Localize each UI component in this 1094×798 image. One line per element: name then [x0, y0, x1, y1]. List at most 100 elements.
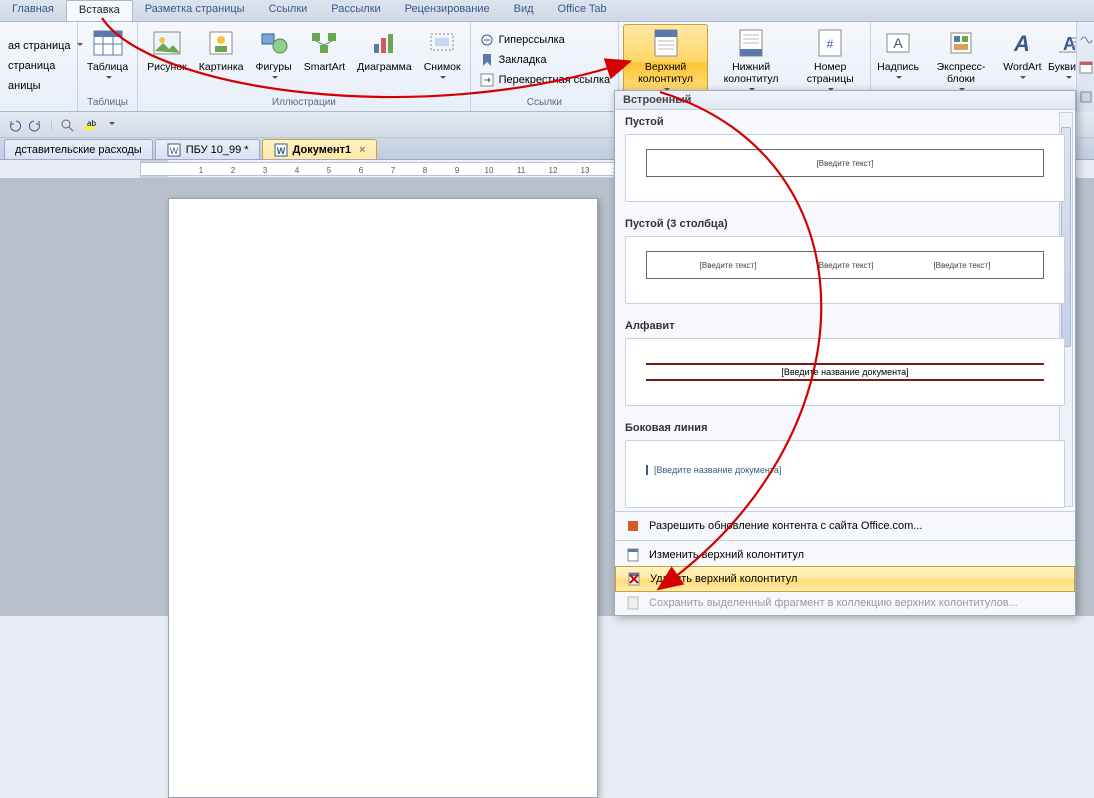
datetime-icon[interactable]	[1078, 59, 1094, 75]
svg-text:4: 4	[295, 166, 300, 175]
doctab-2[interactable]: WПБУ 10_99 *	[155, 139, 260, 159]
smartart-icon	[308, 27, 340, 59]
undo-icon[interactable]	[6, 117, 22, 133]
gallery-allow-update[interactable]: Разрешить обновление контента с сайта Of…	[615, 514, 1075, 538]
hyperlink-icon	[479, 32, 495, 48]
doctab-1[interactable]: дставительские расходы	[4, 139, 153, 159]
bookmark-icon	[479, 52, 495, 68]
cover-page-button[interactable]: ая страница	[4, 39, 87, 53]
svg-text:6: 6	[359, 166, 364, 175]
shapes-icon	[258, 27, 290, 59]
textbox-icon: A	[882, 27, 914, 59]
gallery-label-empty: Пустой	[615, 110, 1075, 130]
tab-officetab[interactable]: Office Tab	[546, 0, 619, 21]
table-button[interactable]: Таблица	[82, 24, 133, 88]
gallery-item-empty[interactable]: [Введите текст]	[625, 134, 1065, 202]
doctab-3[interactable]: WДокумент1×	[262, 139, 377, 159]
clipart-button[interactable]: Картинка	[194, 24, 249, 76]
footer-icon	[735, 27, 767, 59]
gallery-item-sideline[interactable]: [Введите название документа]	[625, 440, 1065, 508]
footer-button[interactable]: Нижний колонтитул	[710, 24, 792, 100]
pagenumber-button[interactable]: #Номер страницы	[794, 24, 866, 100]
office-icon	[625, 518, 641, 534]
document-page[interactable]	[168, 198, 598, 798]
header-button[interactable]: Верхний колонтитул	[623, 24, 708, 100]
edit-header-icon	[625, 547, 641, 563]
picture-button[interactable]: Рисунок	[142, 24, 192, 76]
tab-insert[interactable]: Вставка	[66, 0, 133, 21]
gallery-label-alphabet: Алфавит	[615, 314, 1075, 334]
quickparts-icon	[945, 27, 977, 59]
svg-text:A: A	[893, 35, 903, 51]
search-icon[interactable]	[59, 117, 75, 133]
group-label-illustrations: Иллюстрации	[142, 96, 465, 109]
gallery-edit-header[interactable]: Изменить верхний колонтитул	[615, 543, 1075, 567]
header-gallery-dropdown: Встроенный Пустой [Введите текст] Пустой…	[614, 90, 1076, 616]
tab-home[interactable]: Главная	[0, 0, 66, 21]
gallery-label-sideline: Боковая линия	[615, 416, 1075, 436]
svg-text:1: 1	[199, 166, 204, 175]
svg-text:5: 5	[327, 166, 332, 175]
svg-text:13: 13	[581, 166, 590, 175]
table-icon	[92, 27, 124, 59]
redo-icon[interactable]	[28, 117, 44, 133]
wordart-button[interactable]: AWordArt	[1001, 24, 1044, 88]
tab-pagelayout[interactable]: Разметка страницы	[133, 0, 257, 21]
clipart-icon	[205, 27, 237, 59]
svg-text:3: 3	[263, 166, 268, 175]
shapes-button[interactable]: Фигуры	[250, 24, 296, 88]
bookmark-button[interactable]: Закладка	[475, 51, 551, 69]
gallery-item-empty3[interactable]: [Введите текст] [Введите текст] [Введите…	[625, 236, 1065, 304]
crossref-icon	[479, 72, 495, 88]
ribbon-tabs: Главная Вставка Разметка страницы Ссылки…	[0, 0, 1094, 22]
qat-more-icon[interactable]	[103, 117, 119, 133]
quickparts-button[interactable]: Экспресс-блоки	[923, 24, 999, 100]
hyperlink-button[interactable]: Гиперссылка	[475, 31, 569, 49]
svg-text:ab: ab	[87, 119, 96, 128]
svg-text:#: #	[827, 37, 834, 51]
smartart-button[interactable]: SmartArt	[299, 24, 350, 76]
tab-mailings[interactable]: Рассылки	[319, 0, 392, 21]
svg-text:W: W	[276, 146, 285, 156]
svg-text:10: 10	[485, 166, 494, 175]
gallery-header: Встроенный	[615, 91, 1075, 110]
screenshot-button[interactable]: Снимок	[419, 24, 466, 88]
svg-text:A: A	[1013, 31, 1030, 56]
word-doc-icon: W	[166, 142, 182, 158]
crossref-button[interactable]: Перекрестная ссылка	[475, 71, 615, 89]
chart-icon	[368, 27, 400, 59]
pagenumber-icon: #	[814, 27, 846, 59]
svg-text:A: A	[1063, 34, 1076, 54]
screenshot-icon	[426, 27, 458, 59]
group-label-tables: Таблицы	[82, 96, 133, 109]
svg-text:2: 2	[231, 166, 236, 175]
svg-text:W: W	[169, 146, 178, 156]
group-label-links: Ссылки	[475, 96, 615, 109]
gallery-save-selection: Сохранить выделенный фрагмент в коллекци…	[615, 591, 1075, 615]
tab-view[interactable]: Вид	[502, 0, 546, 21]
ribbon-side-buttons	[1076, 22, 1094, 112]
svg-text:7: 7	[391, 166, 396, 175]
page-break-button[interactable]: аницы	[4, 79, 45, 93]
signature-icon[interactable]	[1078, 29, 1094, 45]
blank-page-button[interactable]: страница	[4, 59, 59, 73]
svg-text:9: 9	[455, 166, 460, 175]
header-icon	[650, 27, 682, 59]
svg-text:12: 12	[549, 166, 558, 175]
gallery-remove-header[interactable]: Удалить верхний колонтитул	[615, 566, 1075, 592]
group-label-pages	[4, 107, 73, 109]
svg-text:8: 8	[423, 166, 428, 175]
picture-icon	[151, 27, 183, 59]
close-icon[interactable]: ×	[359, 144, 365, 156]
chart-button[interactable]: Диаграмма	[352, 24, 417, 76]
tab-references[interactable]: Ссылки	[257, 0, 320, 21]
wordart-icon: A	[1006, 27, 1038, 59]
tab-review[interactable]: Рецензирование	[393, 0, 502, 21]
word-doc-icon: W	[273, 142, 289, 158]
textbox-button[interactable]: AНадпись	[875, 24, 921, 88]
highlight-icon[interactable]: ab	[81, 117, 97, 133]
gallery-item-alphabet[interactable]: [Введите название документа]	[625, 338, 1065, 406]
remove-header-icon	[626, 571, 642, 587]
object-icon[interactable]	[1078, 89, 1094, 105]
save-selection-icon	[625, 595, 641, 611]
